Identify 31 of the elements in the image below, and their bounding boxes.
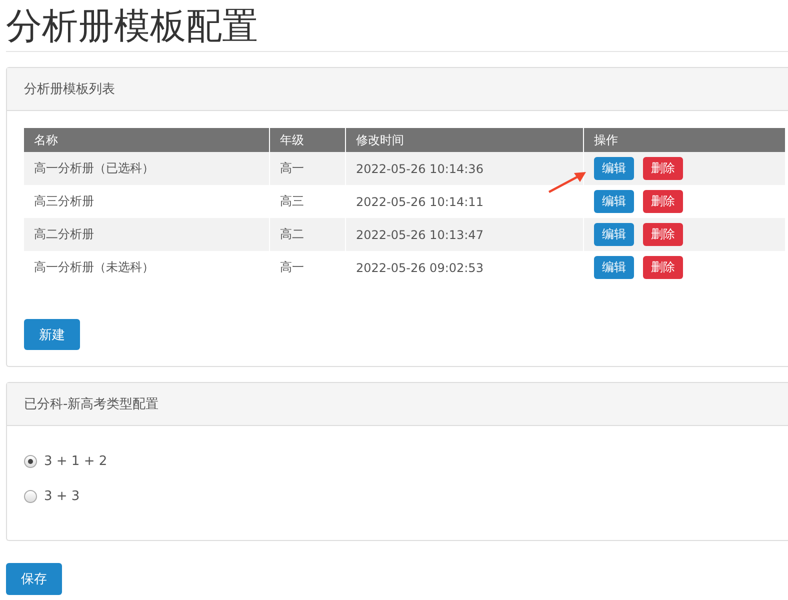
radio-label: 3 + 1 + 2 — [44, 454, 108, 469]
edit-button[interactable]: 编辑 — [594, 157, 634, 180]
delete-button[interactable]: 删除 — [643, 157, 683, 180]
radio-button[interactable] — [24, 490, 37, 503]
edit-button[interactable]: 编辑 — [594, 256, 634, 279]
edit-button[interactable]: 编辑 — [594, 190, 634, 213]
table-cell: 高一分析册（已选科） — [24, 152, 270, 185]
table-cell: 高二分析册 — [24, 218, 270, 251]
column-header: 名称 — [24, 128, 270, 152]
save-button[interactable]: 保存 — [6, 563, 62, 595]
new-button[interactable]: 新建 — [24, 319, 80, 350]
delete-button[interactable]: 删除 — [643, 256, 683, 279]
radio-label: 3 + 3 — [44, 489, 80, 504]
column-header: 年级 — [270, 128, 346, 152]
delete-button[interactable]: 删除 — [643, 190, 683, 213]
radio-button[interactable] — [24, 455, 37, 468]
table-cell: 高二 — [270, 218, 346, 251]
annotation-arrow — [547, 170, 587, 194]
table-cell: 高一分析册（未选科） — [24, 251, 270, 284]
column-header: 操作 — [584, 128, 786, 152]
edit-button[interactable]: 编辑 — [594, 223, 634, 246]
panel-title: 已分科-新高考类型配置 — [24, 396, 159, 413]
table-cell: 2022-05-26 09:02:53 — [346, 251, 584, 284]
column-header: 修改时间 — [346, 128, 584, 152]
panel-title: 分析册模板列表 — [24, 81, 115, 98]
page-title: 分析册模板配置 — [6, 0, 788, 52]
table-cell: 2022-05-26 10:13:47 — [346, 218, 584, 251]
delete-button[interactable]: 删除 — [643, 223, 683, 246]
table-cell: 高一 — [270, 152, 346, 185]
table-cell: 高一 — [270, 251, 346, 284]
table-cell: 2022-05-26 10:14:36 — [346, 152, 584, 185]
